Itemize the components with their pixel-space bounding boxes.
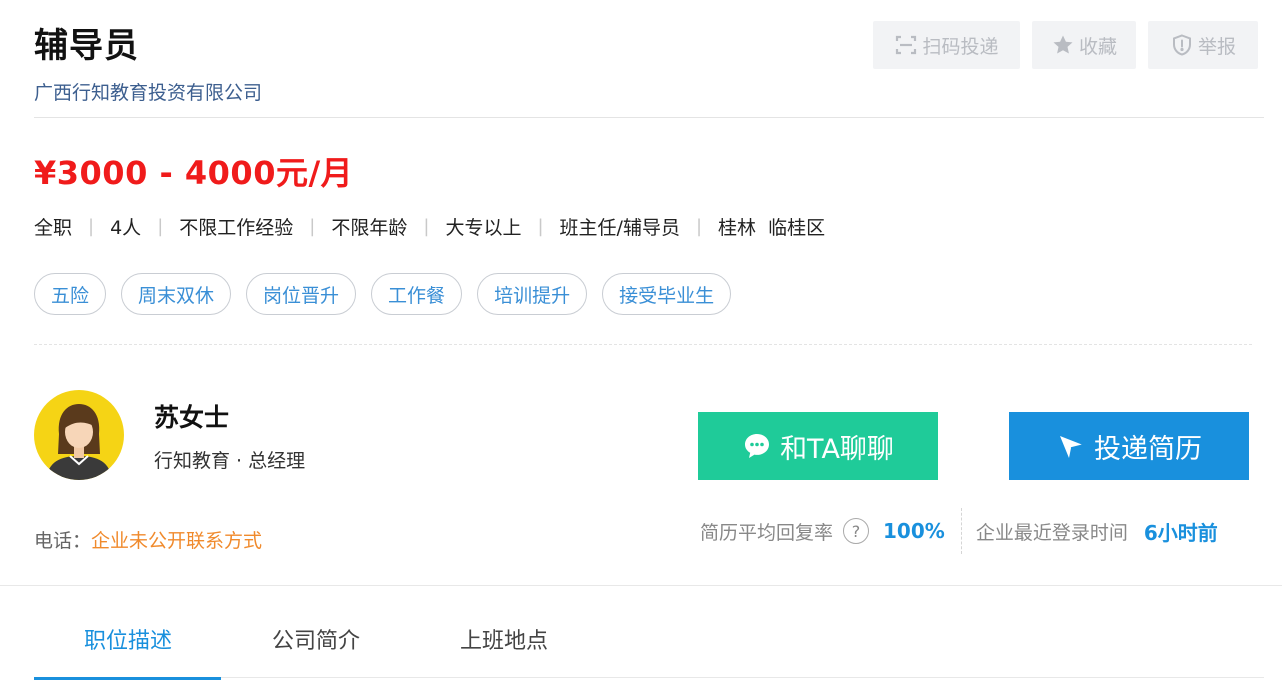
company-link[interactable]: 广西行知教育投资有限公司 bbox=[34, 78, 262, 105]
attr-location: 桂林 临桂区 bbox=[718, 217, 826, 239]
avatar bbox=[34, 390, 124, 480]
last-login-label: 企业最近登录时间 bbox=[975, 521, 1128, 544]
welfare-tag: 工作餐 bbox=[371, 273, 463, 315]
welfare-tag: 周末双休 bbox=[121, 273, 232, 315]
welfare-tag: 五险 bbox=[34, 273, 107, 315]
attr-education: 大专以上 bbox=[445, 217, 522, 239]
attr-separator: | bbox=[537, 216, 544, 237]
chat-button-label: 和TA聊聊 bbox=[780, 433, 894, 465]
attr-headcount: 4人 bbox=[110, 217, 142, 239]
welfare-tag: 培训提升 bbox=[477, 273, 588, 315]
salary: ¥3000 - 4000元/月 bbox=[34, 154, 354, 192]
report-label: 举报 bbox=[1197, 35, 1236, 58]
header-divider bbox=[34, 117, 1264, 118]
welfare-tags: 五险 周末双休 岗位晋升 工作餐 培训提升 接受毕业生 bbox=[34, 273, 732, 315]
favorite-button[interactable]: 收藏 bbox=[1032, 21, 1136, 69]
top-actions: 扫码投递 收藏 举报 bbox=[873, 21, 1258, 69]
attr-separator: | bbox=[157, 216, 164, 237]
job-attributes: 全职 | 4人 | 不限工作经验 | 不限年龄 | 大专以上 | 班主任/辅导员… bbox=[34, 213, 825, 240]
apply-resume-button[interactable]: 投递简历 bbox=[1009, 412, 1249, 480]
last-login-value: 6小时前 bbox=[1143, 520, 1218, 545]
scan-icon bbox=[896, 35, 917, 55]
contact-name: 苏女士 bbox=[154, 403, 230, 432]
phone-info: 电话：企业未公开联系方式 bbox=[34, 526, 262, 553]
scan-apply-button[interactable]: 扫码投递 bbox=[873, 21, 1020, 69]
tab-company-intro[interactable]: 公司简介 bbox=[222, 600, 410, 678]
phone-label: 电话： bbox=[34, 530, 92, 552]
shield-icon bbox=[1172, 34, 1191, 56]
avatar-icon bbox=[46, 404, 112, 480]
tab-job-description[interactable]: 职位描述 bbox=[34, 600, 222, 680]
chat-button[interactable]: 和TA聊聊 bbox=[698, 412, 938, 480]
tab-work-location[interactable]: 上班地点 bbox=[410, 600, 598, 678]
favorite-label: 收藏 bbox=[1078, 35, 1117, 58]
paper-plane-icon bbox=[1060, 436, 1084, 458]
attr-age: 不限年龄 bbox=[331, 217, 408, 239]
stats-divider bbox=[960, 508, 962, 554]
attr-job-type: 全职 bbox=[34, 217, 73, 239]
attr-separator: | bbox=[88, 216, 95, 237]
question-icon[interactable]: ? bbox=[843, 518, 870, 544]
section-divider bbox=[0, 585, 1282, 586]
apply-button-label: 投递简历 bbox=[1094, 433, 1202, 465]
attr-experience: 不限工作经验 bbox=[179, 217, 294, 239]
reply-rate-label: 简历平均回复率 bbox=[700, 521, 834, 544]
detail-tabs: 职位描述 公司简介 上班地点 bbox=[34, 600, 1264, 680]
scan-apply-label: 扫码投递 bbox=[922, 35, 999, 58]
report-button[interactable]: 举报 bbox=[1148, 21, 1258, 69]
attr-category: 班主任/辅导员 bbox=[559, 217, 680, 239]
welfare-tag: 岗位晋升 bbox=[246, 273, 357, 315]
job-title: 辅导员 bbox=[34, 26, 139, 66]
chat-bubble-icon bbox=[745, 434, 770, 458]
star-icon bbox=[1053, 35, 1073, 54]
attr-separator: | bbox=[309, 216, 316, 237]
section-dashed-divider bbox=[34, 344, 1252, 345]
attr-separator: | bbox=[423, 216, 430, 237]
contact-role: 行知教育 · 总经理 bbox=[154, 450, 306, 472]
welfare-tag: 接受毕业生 bbox=[602, 273, 732, 315]
reply-rate-value: 100% bbox=[883, 519, 945, 543]
attr-separator: | bbox=[695, 216, 703, 237]
company-stats: 简历平均回复率 ? 100% 企业最近登录时间 6小时前 bbox=[700, 508, 1218, 554]
phone-value: 企业未公开联系方式 bbox=[91, 530, 263, 552]
